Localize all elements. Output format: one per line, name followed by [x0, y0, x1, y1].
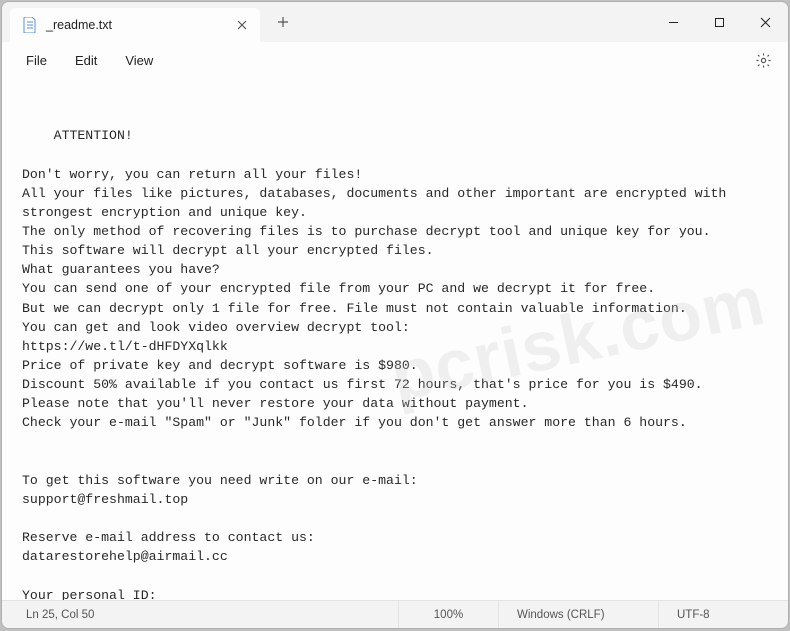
tab-active[interactable]: _readme.txt	[10, 8, 260, 42]
notepad-window: _readme.txt File Edit View	[1, 1, 789, 629]
tab-title: _readme.txt	[46, 18, 226, 32]
menu-file[interactable]: File	[12, 49, 61, 72]
close-button[interactable]	[742, 2, 788, 42]
status-position[interactable]: Ln 25, Col 50	[2, 601, 398, 628]
document-text: ATTENTION! Don't worry, you can return a…	[22, 128, 734, 600]
statusbar: Ln 25, Col 50 100% Windows (CRLF) UTF-8	[2, 600, 788, 628]
editor-content[interactable]: pcrisk.com ATTENTION! Don't worry, you c…	[2, 78, 788, 600]
menubar: File Edit View	[2, 42, 788, 78]
settings-button[interactable]	[748, 45, 778, 75]
status-eol[interactable]: Windows (CRLF)	[498, 601, 658, 628]
minimize-button[interactable]	[650, 2, 696, 42]
tab-close-button[interactable]	[234, 17, 250, 33]
document-icon	[22, 17, 38, 33]
titlebar: _readme.txt	[2, 2, 788, 42]
maximize-button[interactable]	[696, 2, 742, 42]
window-controls	[650, 2, 788, 42]
menu-edit[interactable]: Edit	[61, 49, 111, 72]
menu-view[interactable]: View	[111, 49, 167, 72]
new-tab-button[interactable]	[268, 7, 298, 37]
status-encoding[interactable]: UTF-8	[658, 601, 788, 628]
status-zoom[interactable]: 100%	[398, 601, 498, 628]
